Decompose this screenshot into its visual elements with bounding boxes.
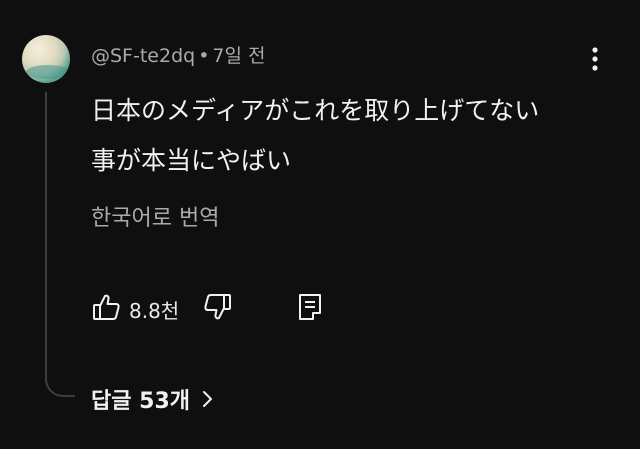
more-vert-icon[interactable]	[584, 46, 606, 72]
avatar[interactable]	[22, 35, 70, 83]
dislike-button[interactable]	[203, 292, 233, 322]
chevron-right-icon	[203, 391, 212, 407]
comment-text: 日本のメディアがこれを取り上げてない 事が本当にやばい	[91, 86, 611, 186]
translate-link[interactable]: 한국어로 번역	[91, 200, 219, 232]
comment-text-line-1: 日本のメディアがこれを取り上げてない	[91, 96, 540, 125]
thumb-down-icon	[204, 294, 231, 320]
thumb-up-icon	[93, 294, 120, 320]
replies-count-label: 답글 53개	[91, 389, 190, 414]
like-count: 8.8천	[129, 299, 180, 323]
comment-meta: @SF-te2dq • 7일 전	[91, 41, 266, 68]
comment-icon	[299, 294, 321, 320]
like-button[interactable]	[91, 292, 121, 322]
comment-text-line-2: 事が本当にやばい	[91, 146, 292, 175]
thread-line	[45, 92, 75, 397]
replies-toggle[interactable]: 답글 53개	[91, 383, 214, 415]
comment-timestamp[interactable]: 7일 전	[212, 45, 265, 67]
meta-separator: •	[198, 45, 210, 67]
reply-button[interactable]	[296, 292, 324, 322]
author-name[interactable]: @SF-te2dq	[91, 45, 195, 67]
